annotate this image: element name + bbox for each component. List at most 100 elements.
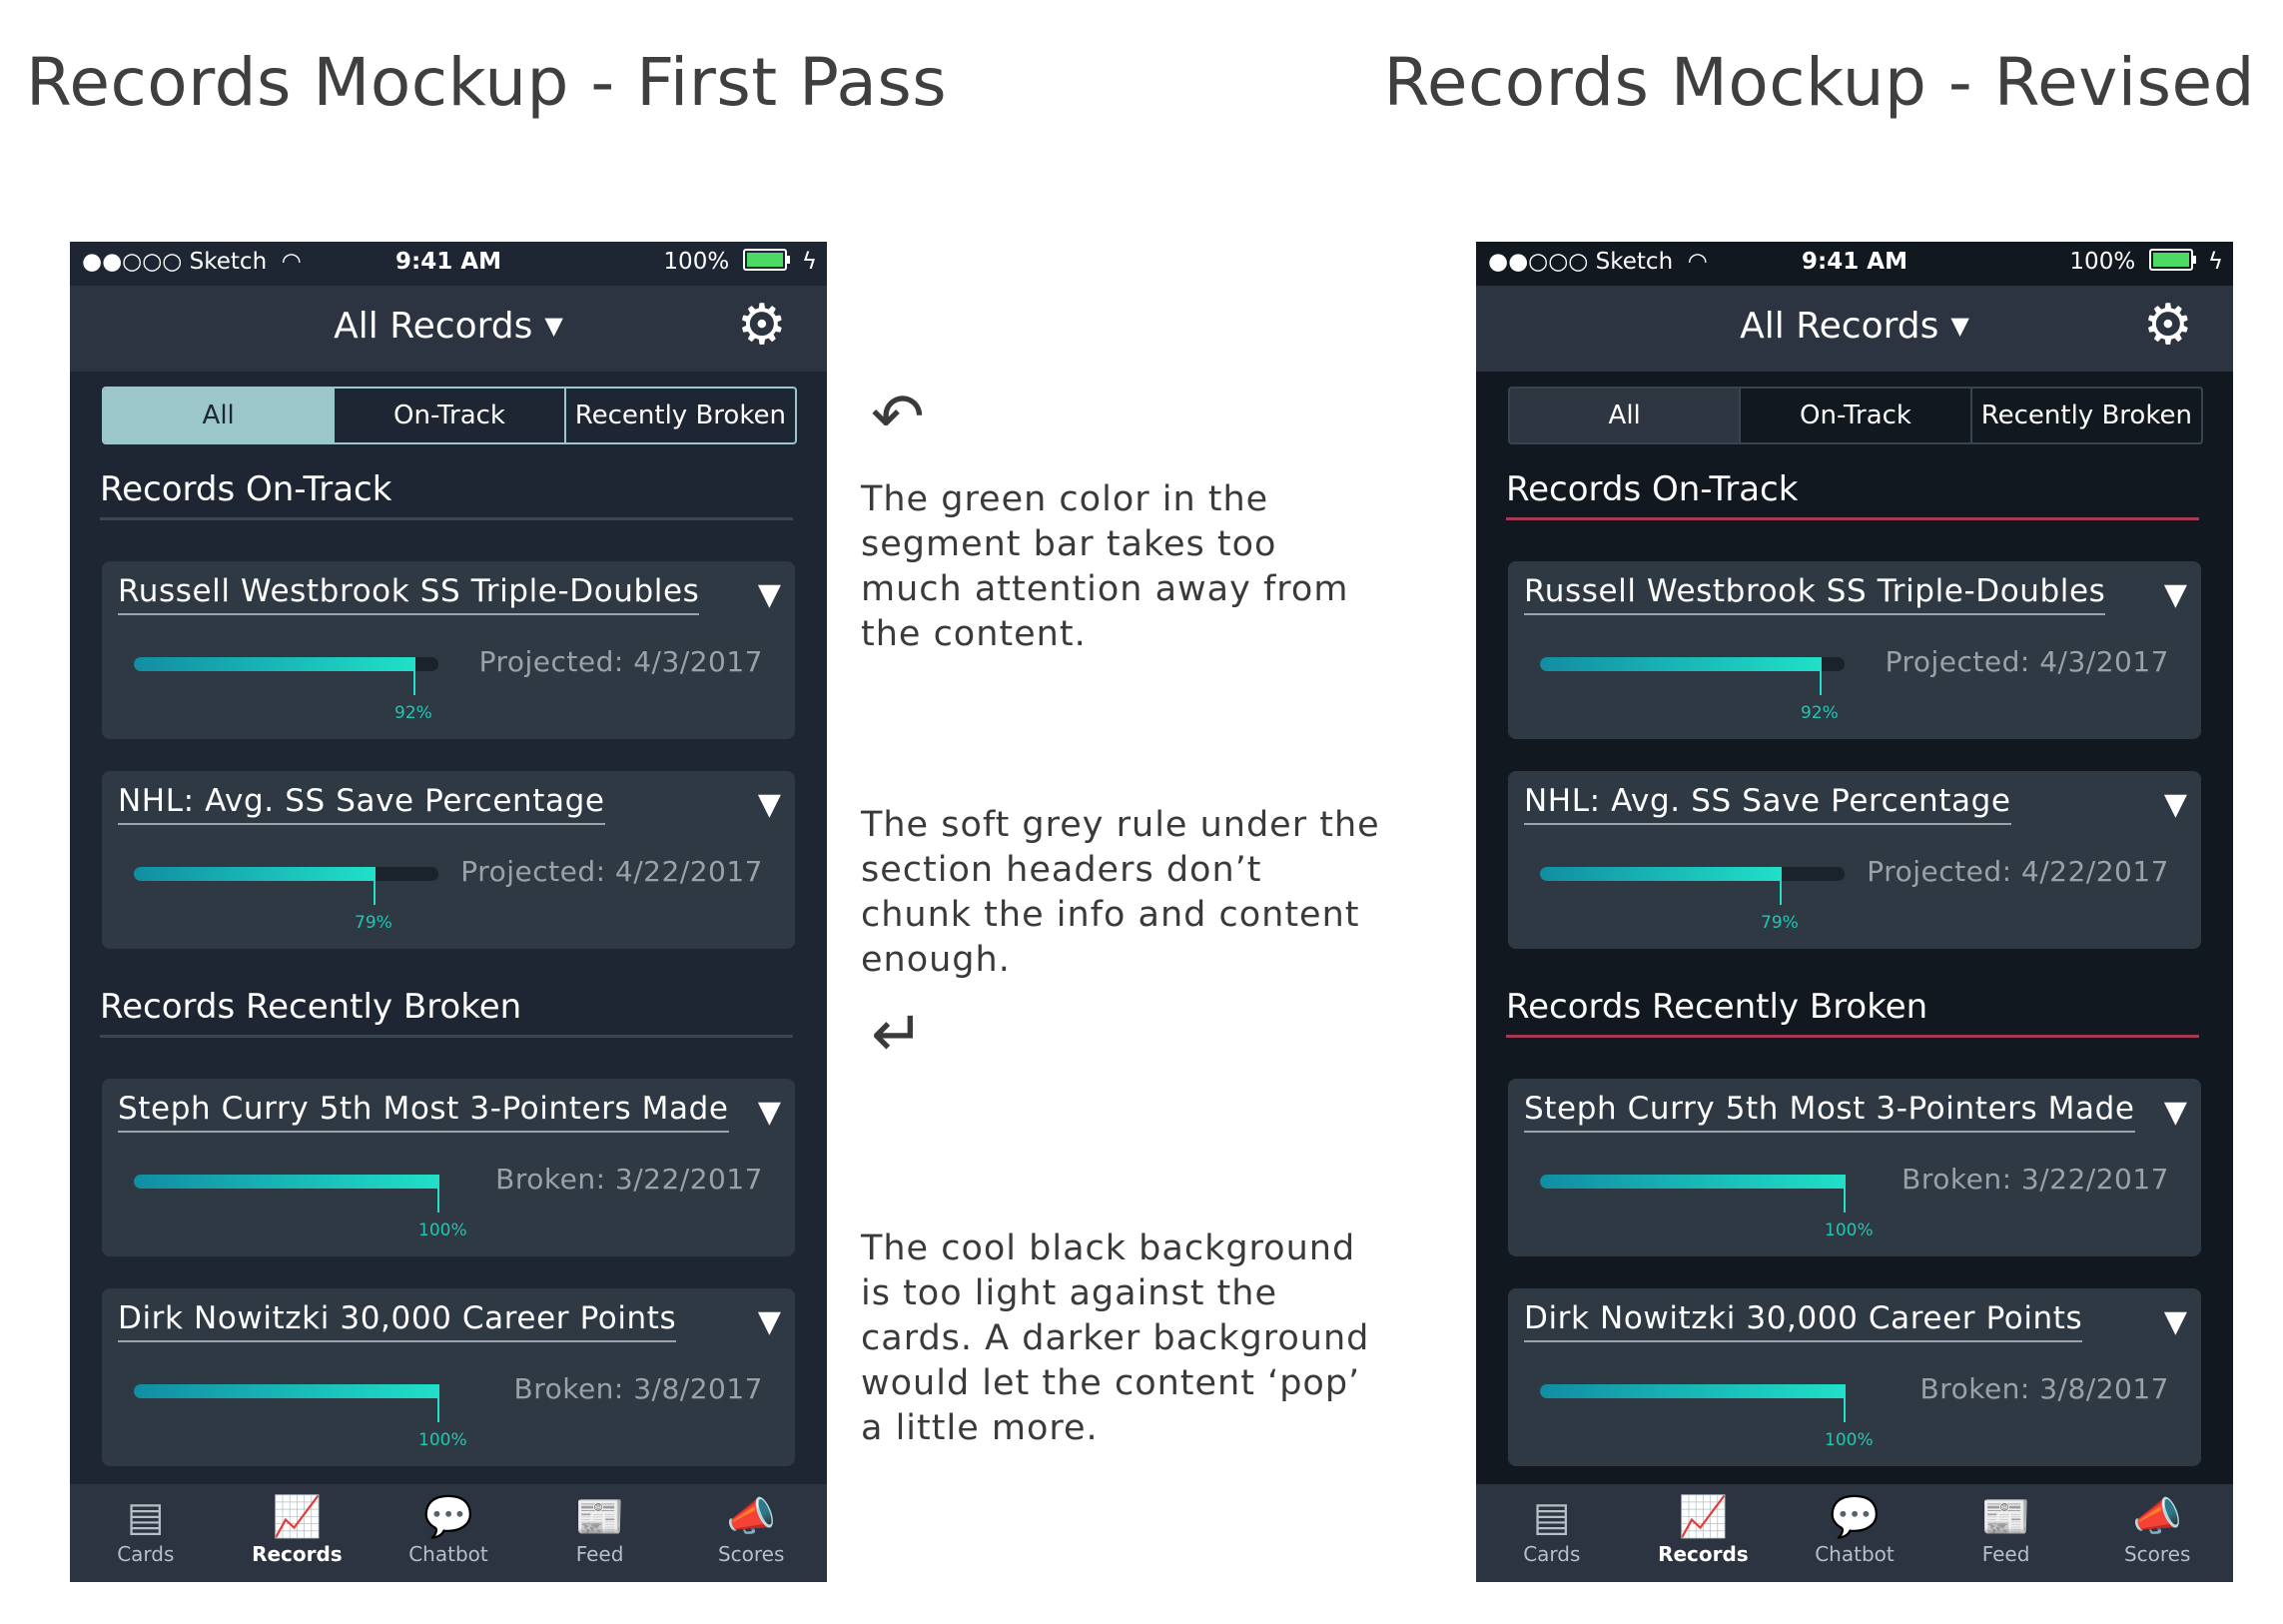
record-card[interactable]: NHL: Avg. SS Save Percentage ▼ 79% Proje…	[1508, 771, 2201, 949]
segment-control: All On-Track Recently Broken	[102, 387, 797, 444]
progress-percent: 100%	[418, 1430, 467, 1450]
tab-label: Cards	[117, 1542, 175, 1566]
progress-bar	[134, 1175, 439, 1213]
segment-on-track[interactable]: On-Track	[335, 389, 566, 442]
tab-label: Chatbot	[408, 1542, 488, 1566]
tab-cards[interactable]: ▤ Cards	[70, 1484, 222, 1582]
segment-all[interactable]: All	[1510, 389, 1742, 442]
progress-bar	[134, 867, 438, 905]
progress-percent: 92%	[1801, 703, 1839, 723]
tab-records[interactable]: 📈 Records	[1628, 1484, 1780, 1582]
progress-bar	[1540, 867, 1845, 905]
record-card[interactable]: Dirk Nowitzki 30,000 Career Points ▼ 100…	[102, 1288, 795, 1466]
tab-bar: ▤ Cards 📈 Records 💬 Chatbot 📰 Feed 📣 Sco…	[70, 1484, 827, 1582]
progress-bar	[134, 657, 438, 695]
tab-cards[interactable]: ▤ Cards	[1476, 1484, 1628, 1582]
progress-bar	[1540, 1384, 1846, 1422]
record-card[interactable]: Russell Westbrook SS Triple-Doubles ▼ 92…	[102, 561, 795, 739]
progress-fill	[1540, 867, 1781, 881]
tab-scores[interactable]: 📣 Scores	[675, 1484, 827, 1582]
record-card[interactable]: NHL: Avg. SS Save Percentage ▼ 79% Proje…	[102, 771, 795, 949]
tab-feed[interactable]: 📰 Feed	[524, 1484, 676, 1582]
progress-percent: 100%	[418, 1220, 467, 1240]
progress-percent: 79%	[1761, 913, 1799, 933]
curved-arrow-up-icon: ↶	[871, 381, 925, 454]
tab-label: Records	[252, 1542, 343, 1566]
progress-marker	[1820, 657, 1822, 695]
card-title: Russell Westbrook SS Triple-Doubles	[1524, 573, 2106, 615]
progress-fill	[134, 1384, 438, 1398]
progress-marker	[437, 1175, 439, 1213]
chevron-down-icon[interactable]: ▼	[758, 1304, 781, 1339]
status-bar: ●●○○○ Sketch ◠ 9:41 AM 100% ϟ	[1476, 242, 2233, 286]
battery-icon	[742, 249, 790, 271]
newspaper-icon: 📰	[1980, 1494, 2031, 1540]
progress-fill	[134, 657, 414, 671]
chevron-down-icon[interactable]: ▼	[758, 577, 781, 612]
section-title-on-track: Records On-Track	[1506, 469, 2199, 520]
card-title: Dirk Nowitzki 30,000 Career Points	[1524, 1300, 2083, 1342]
card-date: Broken: 3/22/2017	[495, 1163, 763, 1196]
progress-percent: 100%	[1825, 1430, 1874, 1450]
chevron-down-icon[interactable]: ▼	[758, 1095, 781, 1130]
record-card[interactable]: Russell Westbrook SS Triple-Doubles ▼ 92…	[1508, 561, 2201, 739]
card-date: Projected: 4/3/2017	[1885, 645, 2169, 678]
tab-records[interactable]: 📈 Records	[222, 1484, 374, 1582]
gear-icon[interactable]: ⚙	[737, 298, 787, 354]
chevron-down-icon[interactable]: ▼	[2164, 787, 2187, 822]
newspaper-icon: 📰	[574, 1494, 625, 1540]
progress-bar	[134, 1384, 439, 1422]
chart-icon: 📈	[1678, 1494, 1729, 1540]
tab-bar: ▤ Cards 📈 Records 💬 Chatbot 📰 Feed 📣 Sco…	[1476, 1484, 2233, 1582]
card-title: Steph Curry 5th Most 3-Pointers Made	[118, 1091, 729, 1133]
progress-fill	[134, 1175, 438, 1189]
card-title: NHL: Avg. SS Save Percentage	[118, 783, 605, 825]
progress-fill	[1540, 1175, 1845, 1189]
tab-scores[interactable]: 📣 Scores	[2081, 1484, 2233, 1582]
tab-label: Scores	[2123, 1542, 2191, 1566]
progress-bar	[1540, 1175, 1846, 1213]
records-filter-dropdown[interactable]: All Records ▼	[70, 306, 827, 347]
curved-arrow-down-icon: ↵	[871, 998, 925, 1072]
tab-label: Feed	[575, 1542, 624, 1566]
tab-label: Cards	[1523, 1542, 1581, 1566]
megaphone-icon: 📣	[2132, 1494, 2183, 1540]
tab-chatbot[interactable]: 💬 Chatbot	[373, 1484, 524, 1582]
battery-icon	[2148, 249, 2196, 271]
records-filter-dropdown[interactable]: All Records ▼	[1476, 306, 2233, 347]
record-card[interactable]: Steph Curry 5th Most 3-Pointers Made ▼ 1…	[102, 1079, 795, 1256]
segment-all[interactable]: All	[104, 389, 336, 442]
progress-marker	[374, 867, 376, 905]
progress-marker	[1844, 1384, 1846, 1422]
segment-recently-broken[interactable]: Recently Broken	[1972, 389, 2201, 442]
segment-control: All On-Track Recently Broken	[1508, 387, 2203, 444]
record-card[interactable]: Steph Curry 5th Most 3-Pointers Made ▼ 1…	[1508, 1079, 2201, 1256]
tab-chatbot[interactable]: 💬 Chatbot	[1779, 1484, 1930, 1582]
battery-percent: 100%	[2069, 249, 2136, 275]
progress-marker	[1844, 1175, 1846, 1213]
card-date: Broken: 3/8/2017	[513, 1372, 763, 1405]
cards-icon: ▤	[1532, 1494, 1571, 1540]
tab-feed[interactable]: 📰 Feed	[1930, 1484, 2082, 1582]
progress-marker	[437, 1384, 439, 1422]
chevron-down-icon[interactable]: ▼	[2164, 1095, 2187, 1130]
note-background: The cool black background is too light a…	[861, 1228, 1370, 1448]
card-date: Broken: 3/22/2017	[1902, 1163, 2169, 1196]
chat-bubble-icon: 💬	[1830, 1494, 1880, 1540]
chevron-down-icon[interactable]: ▼	[2164, 577, 2187, 612]
chart-icon: 📈	[272, 1494, 323, 1540]
segment-on-track[interactable]: On-Track	[1741, 389, 1972, 442]
chevron-down-icon: ▼	[544, 312, 563, 340]
section-title-on-track: Records On-Track	[100, 469, 793, 520]
card-date: Projected: 4/22/2017	[1867, 855, 2169, 888]
chevron-down-icon[interactable]: ▼	[758, 787, 781, 822]
section-title-recently-broken: Records Recently Broken	[100, 987, 793, 1038]
record-card[interactable]: Dirk Nowitzki 30,000 Career Points ▼ 100…	[1508, 1288, 2201, 1466]
chevron-down-icon[interactable]: ▼	[2164, 1304, 2187, 1339]
phone-mockup-revised: ●●○○○ Sketch ◠ 9:41 AM 100% ϟ All Record…	[1476, 242, 2233, 1582]
card-date: Projected: 4/22/2017	[460, 855, 763, 888]
charging-icon: ϟ	[801, 249, 817, 275]
status-bar: ●●○○○ Sketch ◠ 9:41 AM 100% ϟ	[70, 242, 827, 286]
segment-recently-broken[interactable]: Recently Broken	[566, 389, 795, 442]
gear-icon[interactable]: ⚙	[2143, 298, 2193, 354]
